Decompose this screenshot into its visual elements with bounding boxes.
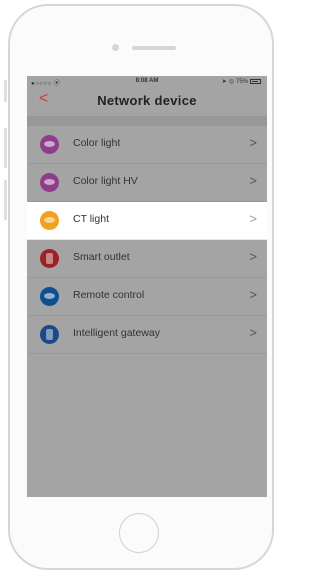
page-title: Network device	[97, 93, 197, 108]
device-item-intelligent-gateway[interactable]: Intelligent gateway >	[27, 316, 267, 354]
device-item-label: Color light	[73, 137, 121, 149]
navigation-bar: < Network device	[27, 86, 267, 117]
volume-down-button	[4, 180, 7, 220]
section-gap	[27, 116, 267, 126]
mute-switch	[4, 80, 7, 102]
chevron-right-icon: >	[249, 287, 257, 302]
battery-percent: 75%	[235, 78, 248, 85]
intelligent-gateway-icon	[40, 325, 59, 344]
alarm-icon: ◎	[228, 79, 234, 85]
device-list: Color light > Color light HV > CT light > Smar…	[27, 126, 267, 354]
device-item-ct-light[interactable]: CT light >	[27, 202, 267, 240]
ct-light-icon	[40, 211, 59, 230]
color-light-hv-icon	[40, 173, 59, 192]
status-bar: ●○○○○ ⦿ 8:08 AM ➤ ◎ 75%	[27, 76, 267, 87]
color-light-icon	[40, 135, 59, 154]
front-camera	[112, 44, 119, 51]
chevron-right-icon: >	[249, 249, 257, 264]
device-item-smart-outlet[interactable]: Smart outlet >	[27, 240, 267, 278]
device-item-remote-control[interactable]: Remote control >	[27, 278, 267, 316]
volume-up-button	[4, 128, 7, 168]
chevron-right-icon: >	[249, 135, 257, 150]
chevron-right-icon: >	[249, 325, 257, 340]
device-item-color-light[interactable]: Color light >	[27, 126, 267, 164]
earpiece-speaker	[132, 46, 176, 50]
home-button[interactable]	[119, 513, 159, 553]
location-icon: ➤	[221, 79, 227, 85]
device-item-label: Smart outlet	[73, 251, 130, 263]
remote-control-icon	[40, 287, 59, 306]
app-screen: ●○○○○ ⦿ 8:08 AM ➤ ◎ 75% < Network device…	[27, 76, 267, 497]
chevron-right-icon: >	[249, 211, 257, 226]
device-item-label: Intelligent gateway	[73, 327, 160, 339]
device-item-label: Remote control	[73, 289, 145, 301]
device-item-label: CT light	[73, 213, 109, 225]
status-right: ➤ ◎ 75%	[222, 78, 261, 85]
device-item-label: Color light HV	[73, 175, 138, 187]
device-item-color-light-hv[interactable]: Color light HV >	[27, 164, 267, 202]
chevron-right-icon: >	[249, 173, 257, 188]
battery-icon	[250, 79, 261, 84]
smart-outlet-icon	[40, 249, 59, 268]
